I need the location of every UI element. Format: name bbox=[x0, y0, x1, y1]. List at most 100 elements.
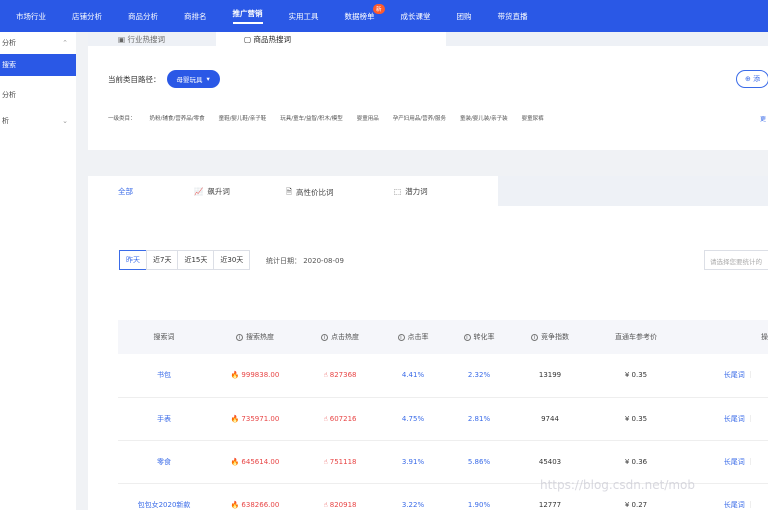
col-ctr[interactable]: i 点击率 bbox=[380, 320, 446, 354]
category-list: 一级类目： 奶粉/辅食/营养品/零食 童鞋/婴儿鞋/亲子鞋 玩具/童车/益智/积… bbox=[108, 114, 558, 122]
sidebar-item-label: 析 bbox=[2, 117, 9, 125]
category-item[interactable]: 孕产妇用品/营养/服务 bbox=[393, 114, 446, 122]
col-cvr[interactable]: i 转化率 bbox=[446, 320, 512, 354]
category-panel: ▣ 行业热搜词 ▢ 商品热搜词 当前类目路径： 母婴玩具 ▾ ⊕ 添 一级类目： … bbox=[88, 32, 768, 150]
divider: ｜ bbox=[744, 457, 754, 466]
nav-promotion[interactable]: 推广营销 bbox=[232, 8, 263, 24]
sidebar-item-analysis[interactable]: 分析 ⌃ bbox=[0, 32, 76, 54]
range-30d[interactable]: 近30天 bbox=[213, 250, 251, 270]
watermark: https://blog.csdn.net/mob bbox=[540, 478, 696, 492]
col-search-heat[interactable]: i 搜索热度 bbox=[210, 320, 300, 354]
category-path: 当前类目路径： 母婴玩具 ▾ bbox=[108, 70, 220, 88]
date-select-input[interactable]: 请选择您要统计的 bbox=[704, 250, 768, 270]
sidebar-item-analysis-2[interactable]: 分析 bbox=[0, 84, 76, 106]
ctr-cell: 3.91% bbox=[380, 440, 446, 484]
ref-price-cell: ¥ 0.35 bbox=[588, 354, 684, 398]
long-tail-link[interactable]: 长尾词 bbox=[724, 415, 745, 423]
search-heat-value: 735971.00 bbox=[241, 414, 280, 423]
fire-icon: 🔥 bbox=[230, 371, 240, 380]
click-heat-cell: ☝ 827368 bbox=[300, 354, 380, 398]
range-7d[interactable]: 近7天 bbox=[146, 250, 179, 270]
keyword-link[interactable]: 零食 bbox=[118, 440, 210, 484]
tab-rising[interactable]: 📈 飙升词 bbox=[194, 186, 230, 197]
operation-cell: 长尾词 ｜ bbox=[684, 354, 768, 398]
category-item[interactable]: 婴童用品 bbox=[357, 114, 379, 122]
click-heat-cell: ☝ 820918 bbox=[300, 483, 380, 510]
ref-price-cell: ¥ 0.35 bbox=[588, 397, 684, 441]
pointer-icon: ☝ bbox=[323, 414, 328, 423]
col-label: 点击率 bbox=[407, 333, 429, 341]
nav-market[interactable]: 市场行业 bbox=[16, 11, 46, 22]
pointer-icon: ☝ bbox=[323, 457, 328, 466]
plus-icon: ⊕ bbox=[745, 75, 754, 83]
keyword-link[interactable]: 包包女2020新款 bbox=[118, 483, 210, 510]
nav-group-buy[interactable]: 团购 bbox=[457, 11, 472, 22]
more-categories-link[interactable]: 更 bbox=[760, 114, 766, 123]
nav-rank[interactable]: 商排名 bbox=[184, 11, 207, 22]
click-heat-cell: ☝ 607216 bbox=[300, 397, 380, 441]
operation-cell: 长尾词 ｜ bbox=[684, 397, 768, 441]
long-tail-link[interactable]: 长尾词 bbox=[724, 458, 745, 466]
table-row: 书包 🔥 999838.00 ☝ 827368 4.41% 2.32% 13199 ¥ 0.35… bbox=[118, 354, 768, 398]
pointer-icon: ☝ bbox=[323, 371, 328, 380]
col-click-heat[interactable]: i 点击热度 bbox=[300, 320, 380, 354]
ctr-cell: 4.41% bbox=[380, 354, 446, 398]
nav-data-list[interactable]: 数据榜单新 bbox=[345, 3, 385, 22]
col-competition[interactable]: i 竞争指数 bbox=[512, 320, 588, 354]
keyword-link[interactable]: 手表 bbox=[118, 397, 210, 441]
nav-tools[interactable]: 实用工具 bbox=[289, 11, 319, 22]
tab-potential[interactable]: ⬚ 潜力词 bbox=[394, 186, 428, 197]
long-tail-link[interactable]: 长尾词 bbox=[724, 371, 745, 379]
range-yesterday[interactable]: 昨天 bbox=[119, 250, 147, 270]
box-icon: ⬚ bbox=[394, 187, 402, 196]
nav-product[interactable]: 商品分析 bbox=[128, 11, 158, 22]
caret-down-icon: ▾ bbox=[206, 75, 210, 83]
top-nav: 市场行业 店铺分析 商品分析 商排名 推广营销 实用工具 数据榜单新 成长课堂 … bbox=[0, 0, 768, 32]
nav-course[interactable]: 成长课堂 bbox=[401, 11, 431, 22]
chevron-up-icon: ⌃ bbox=[62, 39, 68, 47]
range-15d[interactable]: 近15天 bbox=[177, 250, 215, 270]
nav-shop[interactable]: 店铺分析 bbox=[72, 11, 102, 22]
category-select[interactable]: 母婴玩具 ▾ bbox=[166, 70, 220, 88]
tab-product-keywords[interactable]: ▢ 商品热搜词 bbox=[244, 34, 291, 45]
col-keyword: 搜索词 bbox=[118, 320, 210, 354]
col-label: 转化率 bbox=[473, 333, 495, 341]
info-icon: i bbox=[463, 334, 471, 341]
sidebar: 分析 ⌃ 搜索 分析 析 ⌄ bbox=[0, 32, 76, 510]
operation-cell: 长尾词 ｜ bbox=[684, 440, 768, 484]
tab-label: 潜力词 bbox=[405, 187, 428, 196]
fire-icon: 🔥 bbox=[230, 457, 240, 466]
sidebar-item-label: 分析 bbox=[2, 91, 16, 99]
tab-label: 行业热搜词 bbox=[127, 35, 165, 44]
tab-value[interactable]: 🗎 高性价比词 bbox=[286, 186, 334, 199]
stat-date: 统计日期： 2020-08-09 bbox=[266, 257, 344, 265]
sidebar-item-search[interactable]: 搜索 bbox=[0, 54, 76, 76]
operation-cell: 长尾词 ｜ bbox=[684, 483, 768, 510]
col-operation: 操 bbox=[684, 320, 768, 354]
fire-icon: 🔥 bbox=[230, 500, 240, 509]
chevron-down-icon: ⌄ bbox=[62, 117, 68, 125]
nav-live[interactable]: 带货直播 bbox=[498, 11, 528, 22]
ref-price-cell: ¥ 0.36 bbox=[588, 440, 684, 484]
category-item[interactable]: 玩具/童车/益智/积木/模型 bbox=[280, 114, 342, 122]
document-icon: 🗎 bbox=[286, 187, 293, 196]
click-heat-cell: ☝ 751118 bbox=[300, 440, 380, 484]
category-item[interactable]: 童装/婴儿装/亲子装 bbox=[460, 114, 508, 122]
chart-up-icon: 📈 bbox=[194, 187, 204, 196]
tab-industry-keywords[interactable]: ▣ 行业热搜词 bbox=[118, 34, 165, 45]
keyword-link[interactable]: 书包 bbox=[118, 354, 210, 398]
new-badge: 新 bbox=[372, 3, 385, 14]
search-heat-value: 645614.00 bbox=[241, 457, 280, 466]
search-heat-value: 638266.00 bbox=[241, 500, 280, 509]
long-tail-link[interactable]: 长尾词 bbox=[724, 501, 745, 509]
category-item[interactable]: 奶粉/辅食/营养品/零食 bbox=[150, 114, 205, 122]
category-select-value: 母婴玩具 bbox=[176, 76, 203, 84]
tab-all[interactable]: 全部 bbox=[118, 186, 133, 197]
category-item[interactable]: 婴童尿裤 bbox=[522, 114, 544, 122]
sidebar-item-analysis-3[interactable]: 析 ⌄ bbox=[0, 110, 76, 132]
add-button-label: 添 bbox=[753, 75, 761, 83]
category-item[interactable]: 童鞋/婴儿鞋/亲子鞋 bbox=[219, 114, 267, 122]
add-button[interactable]: ⊕ 添 bbox=[736, 70, 768, 88]
click-heat-value: 751118 bbox=[329, 457, 357, 466]
path-label: 当前类目路径： bbox=[108, 74, 161, 84]
